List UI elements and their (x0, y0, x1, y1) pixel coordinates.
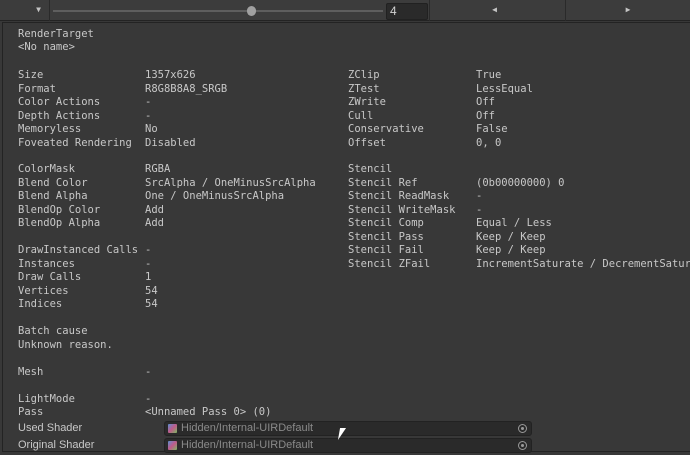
triangle-left-icon: ◀ (492, 5, 497, 14)
left1-row-label: Foveated Rendering (18, 136, 132, 149)
batch-cause-value: Unknown reason. (18, 339, 113, 351)
next-frame-button[interactable]: ▶ (565, 0, 690, 21)
left2-row-value: Add (145, 217, 164, 229)
shader-icon (168, 441, 177, 450)
mesh-label: Mesh (18, 366, 44, 378)
right1-row-label: ZWrite (348, 96, 386, 108)
right1-row-label: Cull (348, 109, 374, 122)
left1-row-value: - (145, 96, 152, 108)
left1-row-value: 1357x626 (145, 69, 196, 81)
toolbar: ▼ 4 ◀ ▶ (0, 0, 690, 21)
right2-row-value: - (476, 203, 483, 216)
left1-row-label: Depth Actions (18, 109, 101, 122)
left2-row-value: SrcAlpha / OneMinusSrcAlpha (145, 176, 316, 189)
left2-row-label: BlendOp Color (18, 203, 101, 216)
used-shader-value: Hidden/Internal-UIRDefault (181, 422, 314, 434)
right2-row-label: Stencil WriteMask (348, 203, 456, 216)
left3-row-label: Vertices (18, 284, 69, 297)
options-dropdown[interactable]: ▼ (0, 0, 50, 21)
render-target-title: RenderTarget (18, 28, 94, 40)
left3-row-label: DrawInstanced Calls (18, 244, 139, 256)
left2-row-label: Blend Alpha (18, 190, 88, 202)
frame-slider[interactable] (53, 10, 383, 12)
right2-row-value: Equal / Less (476, 217, 552, 229)
left3-row-value: 1 (145, 271, 152, 283)
right1-row-value: Off (476, 96, 495, 108)
left3-row-label: Draw Calls (18, 271, 82, 283)
left1-row-label: Size (18, 69, 44, 81)
right1-row-value: Off (476, 109, 495, 122)
original-shader-field[interactable]: Hidden/Internal-UIRDefault (164, 438, 532, 453)
left2-row-value: Add (145, 203, 164, 216)
pass-label: Pass (18, 406, 44, 418)
left2-row-value: One / OneMinusSrcAlpha (145, 190, 285, 202)
pass-value: <Unnamed Pass 0> (0) (145, 406, 272, 418)
left1-row-label: Format (18, 82, 56, 95)
left2-row-label: ColorMask (18, 163, 75, 175)
right1-row-label: ZTest (348, 82, 380, 95)
mesh-value: - (145, 366, 152, 378)
right2-row-label: Stencil Ref (348, 176, 418, 189)
object-picker-icon[interactable] (518, 441, 527, 450)
left2-row-label: Blend Color (18, 176, 88, 189)
right2-row-label: Stencil ReadMask (348, 190, 450, 202)
details-panel (2, 22, 690, 452)
right1-row-value: LessEqual (476, 82, 533, 95)
right2-row-label: Stencil Comp (348, 217, 424, 229)
triangle-right-icon: ▶ (625, 5, 631, 14)
right2-row-value: IncrementSaturate / DecrementSaturate (476, 257, 690, 270)
left1-row-value: - (145, 109, 152, 122)
right2-row-value: Keep / Keep (476, 230, 546, 243)
left3-row-value: 54 (145, 298, 158, 310)
left1-row-value: No (145, 123, 158, 135)
chevron-down-icon: ▼ (36, 5, 41, 14)
right1-row-value: True (476, 69, 502, 81)
right2-row-label: Stencil Pass (348, 230, 424, 243)
right1-row-label: Offset (348, 136, 386, 149)
left3-row-label: Indices (18, 298, 63, 310)
lightmode-value: - (145, 393, 152, 405)
left3-row-value: - (145, 244, 152, 256)
right2-row-label: Stencil ZFail (348, 257, 431, 270)
left3-row-value: - (145, 257, 152, 270)
original-shader-label: Original Shader (18, 439, 95, 451)
left1-row-label: Memoryless (18, 123, 82, 135)
left1-row-label: Color Actions (18, 96, 101, 108)
left3-row-label: Instances (18, 257, 75, 270)
object-picker-icon[interactable] (518, 424, 527, 433)
right2-row-value: - (476, 190, 483, 202)
right1-row-value: False (476, 123, 508, 135)
batch-cause-label: Batch cause (18, 325, 88, 337)
frame-slider-thumb[interactable] (246, 6, 256, 16)
previous-frame-button[interactable]: ◀ (429, 0, 559, 21)
render-target-name: <No name> (18, 41, 75, 53)
right1-row-label: Conservative (348, 123, 424, 135)
right2-row-label: Stencil (348, 163, 393, 175)
left1-row-value: Disabled (145, 136, 196, 149)
right2-row-value: Keep / Keep (476, 244, 546, 256)
original-shader-value: Hidden/Internal-UIRDefault (181, 439, 314, 451)
used-shader-field[interactable]: Hidden/Internal-UIRDefault (164, 421, 532, 436)
right1-row-value: 0, 0 (476, 136, 502, 149)
left1-row-value: R8G8B8A8_SRGB (145, 82, 228, 95)
right1-row-label: ZClip (348, 69, 380, 81)
used-shader-label: Used Shader (18, 422, 83, 434)
left2-row-label: BlendOp Alpha (18, 217, 101, 229)
shader-icon (168, 424, 177, 433)
right2-row-label: Stencil Fail (348, 244, 424, 256)
right2-row-value: (0b00000000) 0 (476, 176, 565, 189)
left2-row-value: RGBA (145, 163, 171, 175)
frame-number-input[interactable]: 4 (386, 3, 428, 20)
lightmode-label: LightMode (18, 393, 75, 405)
left3-row-value: 54 (145, 284, 158, 297)
